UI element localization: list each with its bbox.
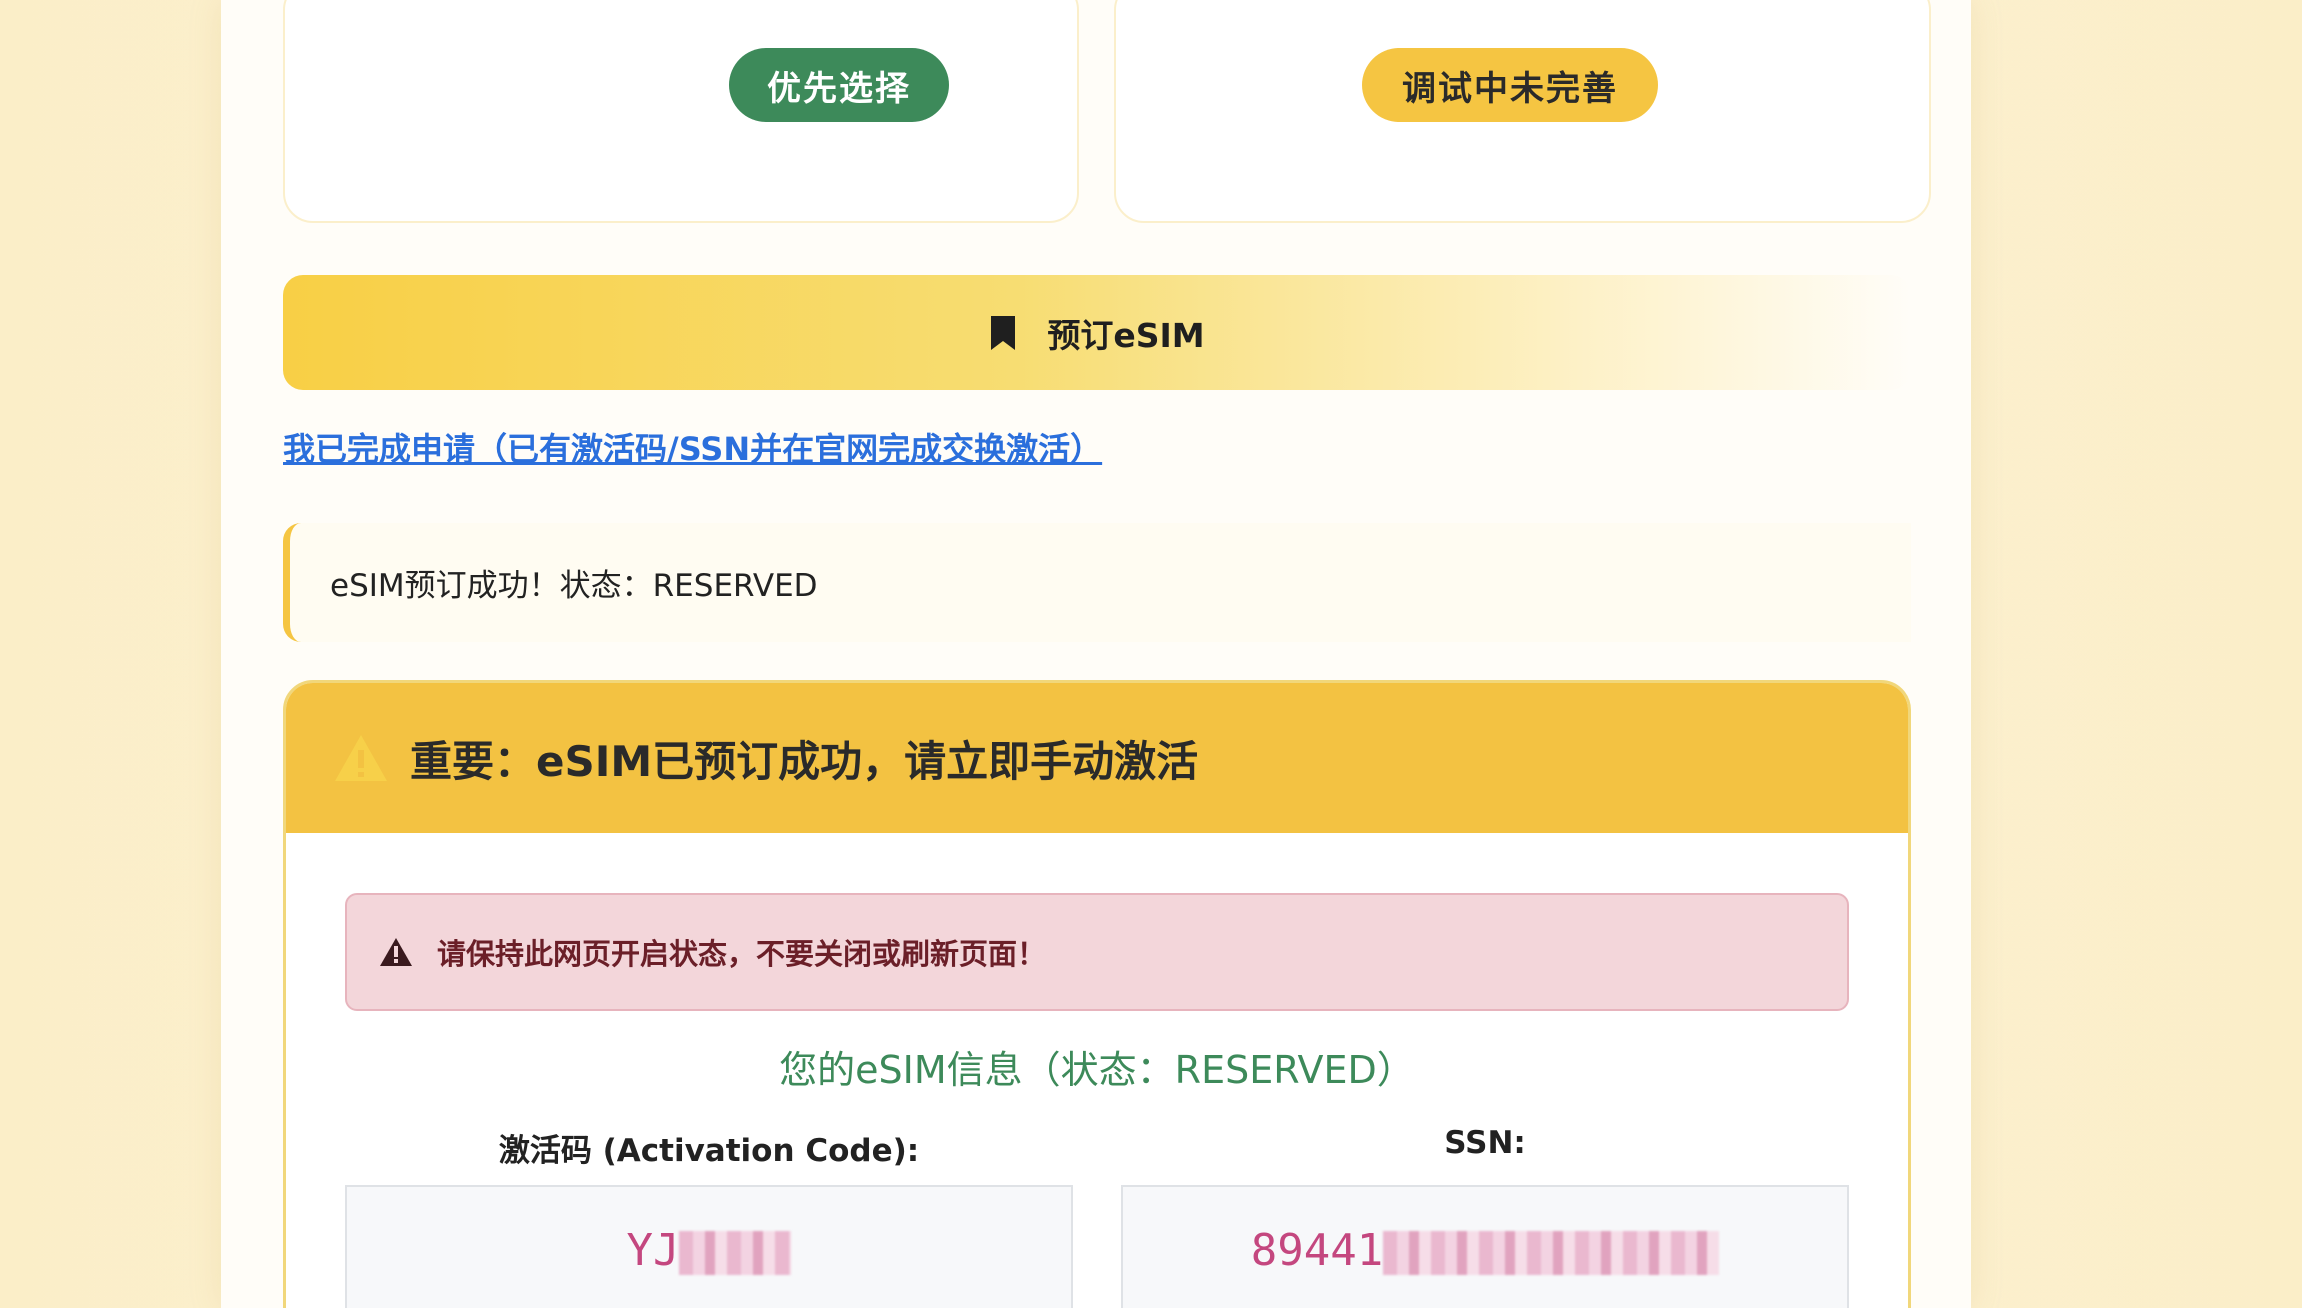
bookmark-icon [989, 314, 1017, 352]
activation-panel-header: 重要：eSIM已预订成功，请立即手动激活 [286, 683, 1908, 833]
ssn-field[interactable]: 89441 [1121, 1185, 1849, 1308]
application-complete-link[interactable]: 我已完成申请（已有激活码/SSN并在官网完成交换激活） [283, 424, 1102, 470]
activation-code-field[interactable]: YJ [345, 1185, 1073, 1308]
ssn-value: 89441 [1250, 1225, 1384, 1276]
redacted-mask [1383, 1231, 1720, 1275]
ssn-label: SSN: [1444, 1125, 1526, 1161]
alert-text: 请保持此网页开启状态，不要关闭或刷新页面！ [437, 937, 1047, 971]
redacted-mask [679, 1231, 792, 1275]
debug-badge: 调试中未完善 [1362, 48, 1658, 122]
reserve-esim-label: 预订eSIM [1047, 315, 1205, 355]
page-container: 优先选择 调试中未完善 预订eSIM 我已完成申请（已有激活码/SSN并在官网完… [221, 0, 1971, 1308]
keep-page-open-alert: 请保持此网页开启状态，不要关闭或刷新页面！ [345, 893, 1849, 1011]
priority-badge: 优先选择 [729, 48, 949, 122]
activation-code-label: 激活码 (Activation Code): [498, 1133, 920, 1169]
warning-icon [379, 937, 413, 967]
activation-panel-title: 重要：eSIM已预订成功，请立即手动激活 [410, 736, 1199, 786]
reserve-esim-button[interactable]: 预订eSIM [283, 275, 1911, 390]
reservation-status-message: eSIM预订成功！状态：RESERVED [283, 523, 1911, 642]
esim-info-title: 您的eSIM信息（状态：RESERVED） [779, 1048, 1415, 1092]
option-card-left[interactable] [283, 0, 1079, 223]
activation-code-value: YJ [626, 1225, 680, 1276]
activation-panel: 重要：eSIM已预订成功，请立即手动激活 请保持此网页开启状态，不要关闭或刷新页… [283, 680, 1911, 1308]
warning-icon [332, 732, 390, 784]
